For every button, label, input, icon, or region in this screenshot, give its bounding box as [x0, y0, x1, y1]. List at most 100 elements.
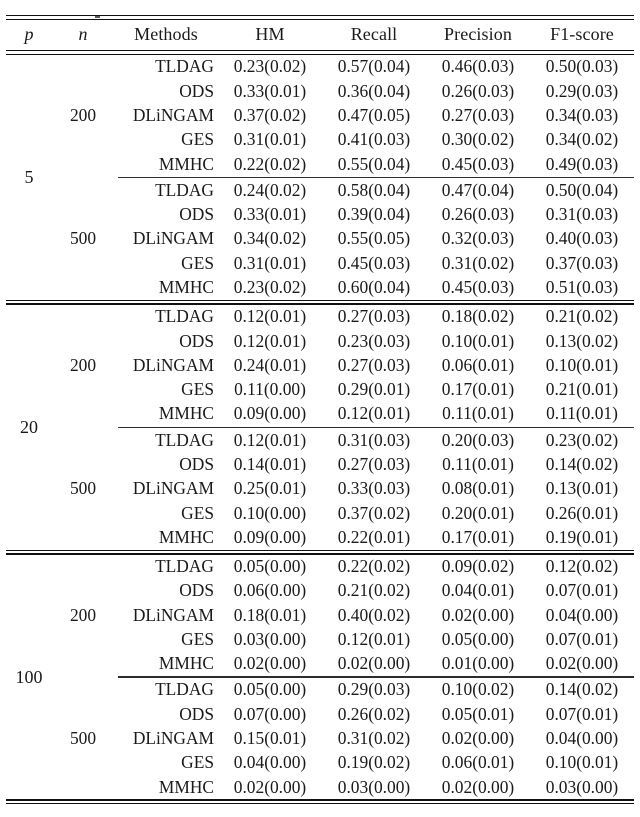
cell-precision: 0.10(0.01) — [441, 330, 515, 351]
cell-precision: 0.46(0.03) — [441, 56, 515, 77]
cell-f1: 0.40(0.03) — [545, 228, 619, 249]
cell-method: GES — [181, 502, 214, 523]
cell-f1: 0.07(0.01) — [545, 580, 619, 601]
cell-precision: 0.08(0.01) — [441, 478, 515, 499]
table-page: p n Methods HM Recall Precision F1-score… — [0, 15, 640, 817]
cell-hm: 0.22(0.02) — [233, 153, 307, 174]
cell-f1: 0.07(0.01) — [545, 703, 619, 724]
top-rule — [6, 15, 634, 20]
cell-f1: 0.37(0.03) — [545, 252, 619, 273]
cell-f1: 0.49(0.03) — [545, 153, 619, 174]
cell-method: TLDAG — [155, 556, 214, 577]
cell-f1: 0.02(0.00) — [545, 653, 619, 674]
table-header: p n Methods HM Recall Precision F1-score — [6, 15, 634, 55]
cell-precision: 0.02(0.00) — [441, 776, 515, 797]
cell-precision: 0.45(0.03) — [441, 153, 515, 174]
cell-recall: 0.60(0.04) — [337, 276, 411, 297]
cell-method: MMHC — [158, 653, 214, 674]
cell-precision: 0.17(0.01) — [441, 526, 515, 547]
cell-f1: 0.10(0.01) — [545, 354, 619, 375]
cell-method: DLiNGAM — [132, 105, 214, 125]
cell-recall: 0.45(0.03) — [337, 252, 411, 273]
col-header-recall: Recall — [350, 24, 398, 44]
cell-recall: 0.22(0.02) — [337, 556, 411, 577]
cell-precision: 0.26(0.03) — [441, 80, 515, 101]
cell-recall: 0.31(0.02) — [337, 728, 411, 749]
cell-method: DLiNGAM — [132, 604, 214, 625]
cell-method: DLiNGAM — [132, 228, 214, 249]
table-row: 500 TLDAG 0.05(0.00) 0.29(0.03) 0.10(0.02) 0.… — [6, 678, 634, 747]
cell-precision: 0.45(0.03) — [441, 276, 515, 297]
cell-hm: 0.31(0.01) — [233, 252, 307, 273]
cell-recall: 0.22(0.01) — [337, 526, 411, 547]
group-label-p: 5 — [24, 167, 34, 188]
group-label-p: 20 — [20, 417, 38, 438]
cell-recall: 0.47(0.05) — [337, 105, 411, 125]
cell-hm: 0.12(0.01) — [233, 429, 307, 450]
cell-recall: 0.27(0.03) — [337, 354, 411, 375]
cell-recall: 0.39(0.04) — [337, 204, 411, 225]
cell-hm: 0.05(0.00) — [233, 556, 307, 577]
cell-hm: 0.09(0.00) — [233, 403, 307, 424]
cell-recall: 0.37(0.02) — [337, 502, 411, 523]
cell-method: ODS — [179, 580, 214, 601]
cell-precision: 0.17(0.01) — [441, 379, 515, 400]
cell-method: TLDAG — [155, 679, 214, 700]
cell-precision: 0.32(0.03) — [441, 228, 515, 249]
cell-method: ODS — [179, 330, 214, 351]
cell-hm: 0.33(0.01) — [233, 204, 307, 225]
cell-hm: 0.15(0.01) — [233, 728, 307, 749]
cell-precision: 0.20(0.03) — [441, 429, 515, 450]
cell-hm: 0.03(0.00) — [233, 628, 307, 649]
cell-method: DLiNGAM — [132, 478, 214, 499]
cell-f1: 0.50(0.03) — [545, 56, 619, 77]
cell-method: TLDAG — [155, 179, 214, 200]
cell-precision: 0.05(0.01) — [441, 703, 515, 724]
cell-recall: 0.29(0.01) — [337, 379, 411, 400]
cell-hm: 0.02(0.00) — [233, 653, 307, 674]
cell-recall: 0.55(0.05) — [337, 228, 411, 249]
cell-precision: 0.01(0.00) — [441, 653, 515, 674]
cell-f1: 0.10(0.01) — [545, 752, 619, 773]
cell-f1: 0.21(0.01) — [545, 379, 619, 400]
table-row: 100 200 TLDAG 0.05(0.00) 0.22(0.02) 0.09(0.02… — [6, 555, 634, 686]
cell-f1: 0.14(0.02) — [545, 679, 619, 700]
group-rule — [6, 549, 634, 555]
cell-hm: 0.06(0.00) — [233, 580, 307, 601]
cell-hm: 0.02(0.00) — [233, 776, 307, 797]
cell-precision: 0.02(0.00) — [441, 604, 515, 625]
cell-method: ODS — [179, 80, 214, 101]
cell-precision: 0.09(0.02) — [441, 556, 515, 577]
cell-method: MMHC — [158, 776, 214, 797]
cell-method: MMHC — [158, 153, 214, 174]
cell-hm: 0.23(0.02) — [233, 276, 307, 297]
cell-method: GES — [181, 129, 214, 150]
cell-f1: 0.26(0.01) — [545, 502, 619, 523]
cell-recall: 0.03(0.00) — [337, 776, 411, 797]
group-label-n: 500 — [69, 228, 97, 249]
cell-f1: 0.51(0.03) — [545, 276, 619, 297]
cell-hm: 0.07(0.00) — [233, 703, 307, 724]
cell-hm: 0.37(0.02) — [233, 105, 307, 125]
cell-f1: 0.31(0.03) — [545, 204, 619, 225]
col-header-hm: HM — [255, 24, 285, 44]
cell-method: MMHC — [158, 403, 214, 424]
group-label-n: 200 — [69, 105, 97, 125]
cell-hm: 0.09(0.00) — [233, 526, 307, 547]
cell-precision: 0.11(0.01) — [442, 403, 514, 424]
cell-method: ODS — [179, 204, 214, 225]
cell-precision: 0.11(0.01) — [442, 453, 514, 474]
table-row: 500 TLDAG 0.12(0.01) 0.31(0.03) 0.20(0.03) 0.… — [6, 428, 634, 497]
cell-precision: 0.26(0.03) — [441, 204, 515, 225]
cell-recall: 0.27(0.03) — [337, 453, 411, 474]
cell-precision: 0.05(0.00) — [441, 628, 515, 649]
cell-recall: 0.36(0.04) — [337, 80, 411, 101]
cell-f1: 0.21(0.02) — [545, 306, 619, 327]
cell-hm: 0.11(0.00) — [234, 379, 306, 400]
cell-f1: 0.19(0.01) — [545, 526, 619, 547]
cell-precision: 0.27(0.03) — [441, 105, 515, 125]
cell-f1: 0.34(0.02) — [545, 129, 619, 150]
cell-hm: 0.24(0.01) — [233, 354, 307, 375]
cell-hm: 0.04(0.00) — [233, 752, 307, 773]
cell-method: GES — [181, 752, 214, 773]
